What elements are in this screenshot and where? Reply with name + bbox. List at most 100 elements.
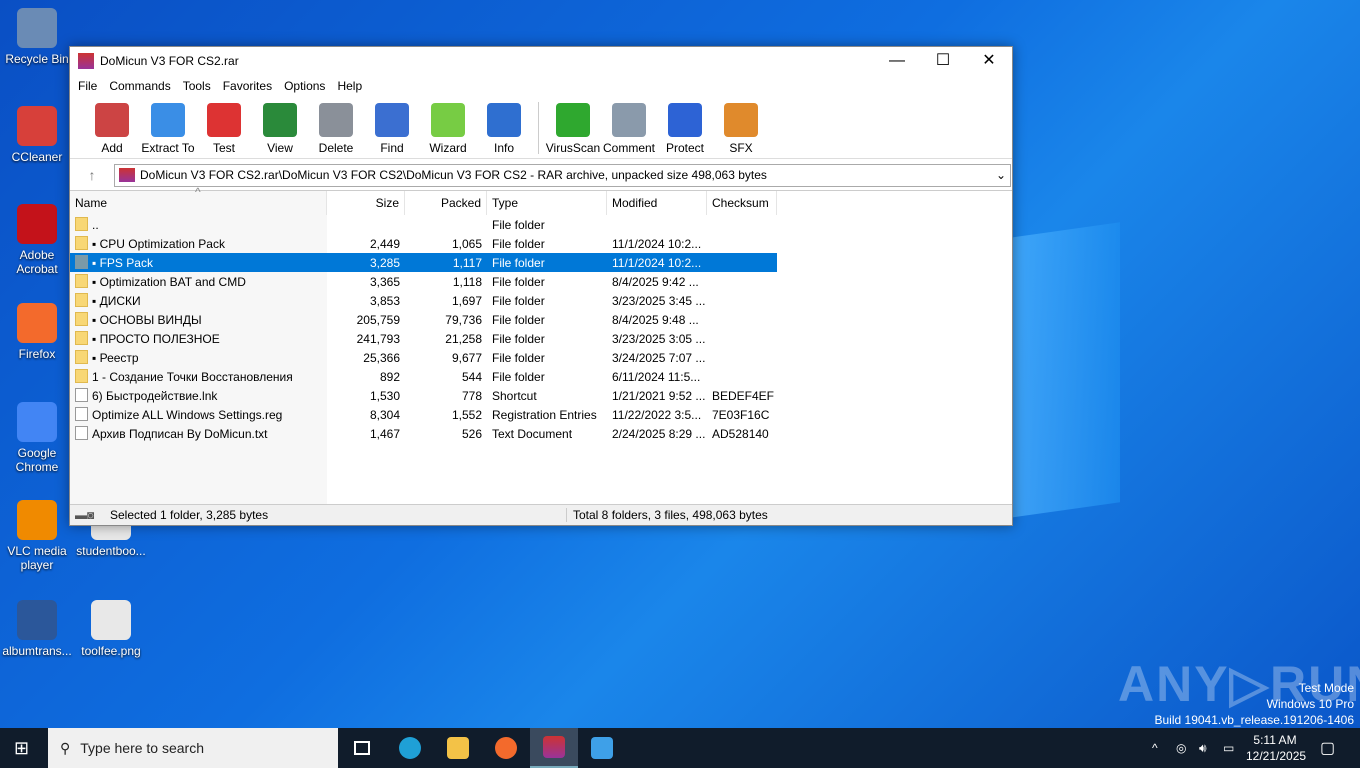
desktop-icon-5[interactable]: VLC media player: [2, 500, 72, 572]
comment-button[interactable]: Comment: [601, 103, 657, 158]
cell-modified: 11/22/2022 3:5...: [607, 408, 707, 422]
protect-button[interactable]: Protect: [657, 103, 713, 158]
extract-to-button[interactable]: Extract To: [140, 103, 196, 158]
sfx-button[interactable]: SFX: [713, 103, 769, 158]
title-bar[interactable]: DoMicun V3 FOR CS2.rar — ☐ ✕: [70, 47, 1012, 75]
column-packed[interactable]: Packed: [405, 191, 487, 215]
search-placeholder: Type here to search: [80, 740, 205, 756]
cell-type: Registration Entries: [487, 408, 607, 422]
desktop-app-icon: [17, 303, 57, 343]
minimize-button[interactable]: —: [874, 47, 920, 75]
file-row[interactable]: ▪ Optimization BAT and CMD 3,365 1,118 File…: [70, 272, 777, 291]
file-row[interactable]: ▪ Реестр 25,366 9,677 File folder 3/24/2025 …: [70, 348, 777, 367]
edge-icon[interactable]: [386, 728, 434, 768]
menu-commands[interactable]: Commands: [103, 79, 176, 93]
path-text: DoMicun V3 FOR CS2.rar\DoMicun V3 FOR CS…: [140, 168, 767, 182]
file-row[interactable]: .. File folder: [70, 215, 777, 234]
notifications-icon[interactable]: ▢: [1320, 738, 1335, 758]
cell-type: File folder: [487, 370, 607, 384]
cell-type-text: Text Document: [492, 426, 573, 441]
cell-name-text: 6) Быстродействие.lnk: [92, 389, 218, 403]
desktop-icon-2[interactable]: Adobe Acrobat: [2, 204, 72, 276]
menu-options[interactable]: Options: [278, 79, 331, 93]
close-button[interactable]: ✕: [966, 47, 1012, 75]
file-row[interactable]: ▪ ОСНОВЫ ВИНДЫ 205,759 79,736 File folder 8/…: [70, 310, 777, 329]
folder-icon: [75, 331, 88, 345]
file-row[interactable]: Архив Подписан By DoMicun.txt 1,467 526 Tex…: [70, 424, 777, 443]
cell-checksum: AD528140: [707, 427, 777, 441]
file-row[interactable]: ▪ CPU Optimization Pack 2,449 1,065 File fo…: [70, 234, 777, 253]
toolbar-label: Comment: [602, 141, 655, 155]
add-button[interactable]: Add: [84, 103, 140, 158]
info-button[interactable]: Info: [476, 103, 532, 158]
cell-type: File folder: [487, 218, 607, 232]
desktop-icon-label: toolfee.png: [81, 644, 141, 658]
tray-chevron-icon[interactable]: ^: [1152, 741, 1158, 755]
task-view-icon[interactable]: [338, 728, 386, 768]
up-arrow-button[interactable]: ↑: [70, 167, 114, 183]
cell-modified: 8/4/2025 9:48 ...: [607, 313, 707, 327]
menu-help[interactable]: Help: [331, 79, 368, 93]
cell-type: File folder: [487, 256, 607, 270]
anyrun-app-icon[interactable]: [578, 728, 626, 768]
wallpaper-light: [1010, 222, 1120, 518]
desktop-icon-label: Firefox: [18, 347, 56, 361]
start-windows-icon[interactable]: ⊞: [14, 738, 29, 759]
wizard-button[interactable]: Wizard: [420, 103, 476, 158]
column-type[interactable]: Type: [487, 191, 607, 215]
taskbar-search[interactable]: ⚲ Type here to search: [48, 728, 338, 768]
cell-packed-text: 778: [461, 388, 482, 403]
desktop-icon-8[interactable]: toolfee.png: [76, 600, 146, 658]
winrar-taskbar-icon[interactable]: [530, 728, 578, 768]
desktop-icon-1[interactable]: CCleaner: [2, 106, 72, 164]
file-row[interactable]: 6) Быстродействие.lnk 1,530 778 Shortcut 1/2…: [70, 386, 777, 405]
desktop-icon-3[interactable]: Firefox: [2, 303, 72, 361]
winrar-window: DoMicun V3 FOR CS2.rar — ☐ ✕ File Command…: [69, 46, 1013, 526]
menu-favorites[interactable]: Favorites: [217, 79, 278, 93]
menu-file[interactable]: File: [72, 79, 103, 93]
file-explorer-icon[interactable]: [434, 728, 482, 768]
network-icon[interactable]: ▭: [1223, 741, 1234, 755]
desktop-icon-0[interactable]: Recycle Bin: [2, 8, 72, 66]
meet-now-icon[interactable]: ◎: [1176, 741, 1186, 755]
file-row[interactable]: Optimize ALL Windows Settings.reg 8,304 1,…: [70, 405, 777, 424]
cell-packed-text: 79,736: [445, 312, 482, 327]
file-row[interactable]: ▪ ПРОСТО ПОЛЕЗНОЕ 241,793 21,258 File folde…: [70, 329, 777, 348]
desktop-icon-4[interactable]: Google Chrome: [2, 402, 72, 474]
chevron-down-icon[interactable]: ⌄: [992, 168, 1010, 182]
firefox-icon[interactable]: [482, 728, 530, 768]
cell-modified-text: 1/21/2021 9:52 ...: [612, 388, 706, 403]
test-button[interactable]: Test: [196, 103, 252, 158]
find-button[interactable]: Find: [364, 103, 420, 158]
windows-watermark: Test Mode Windows 10 Pro Build 19041.vb_…: [1155, 680, 1355, 728]
wizard-wand-icon: [431, 103, 465, 137]
clock[interactable]: 5:11 AM 12/21/2025: [1246, 732, 1306, 764]
delete-button[interactable]: Delete: [308, 103, 364, 158]
desktop-icon-7[interactable]: albumtrans...: [2, 600, 72, 658]
column-checksum[interactable]: Checksum: [707, 191, 777, 215]
cell-modified: 2/24/2025 8:29 ...: [607, 427, 707, 441]
folder-icon: [75, 236, 88, 250]
file-row[interactable]: ▪ ДИСКИ 3,853 1,697 File folder 3/23/2025 3:…: [70, 291, 777, 310]
menu-tools[interactable]: Tools: [177, 79, 217, 93]
file-row[interactable]: 1 - Создание Точки Восстановления 892 544 F…: [70, 367, 777, 386]
cell-size: 3,853: [327, 294, 405, 308]
cell-packed: 544: [405, 370, 487, 384]
folder-icon: [75, 350, 88, 364]
maximize-button[interactable]: ☐: [920, 47, 966, 75]
cell-size: 2,449: [327, 237, 405, 251]
toolbar-label: Test: [212, 141, 235, 155]
toolbar-separator: [538, 102, 539, 154]
path-field[interactable]: DoMicun V3 FOR CS2.rar\DoMicun V3 FOR CS…: [114, 163, 1011, 187]
status-total: Total 8 folders, 3 files, 498,063 bytes: [566, 508, 768, 522]
cell-name: Архив Подписан By DoMicun.txt: [70, 426, 327, 441]
cell-size-text: 25,366: [363, 350, 400, 365]
virusscan-button[interactable]: VirusScan: [545, 103, 601, 158]
column-size[interactable]: Size: [327, 191, 405, 215]
file-row[interactable]: ▪ FPS Pack 3,285 1,117 File folder 11/1/2024…: [70, 253, 777, 272]
cell-size: 25,366: [327, 351, 405, 365]
volume-icon[interactable]: 🔊︎: [1199, 741, 1207, 756]
view-button[interactable]: View: [252, 103, 308, 158]
cell-name: Optimize ALL Windows Settings.reg: [70, 407, 327, 422]
column-modified[interactable]: Modified: [607, 191, 707, 215]
